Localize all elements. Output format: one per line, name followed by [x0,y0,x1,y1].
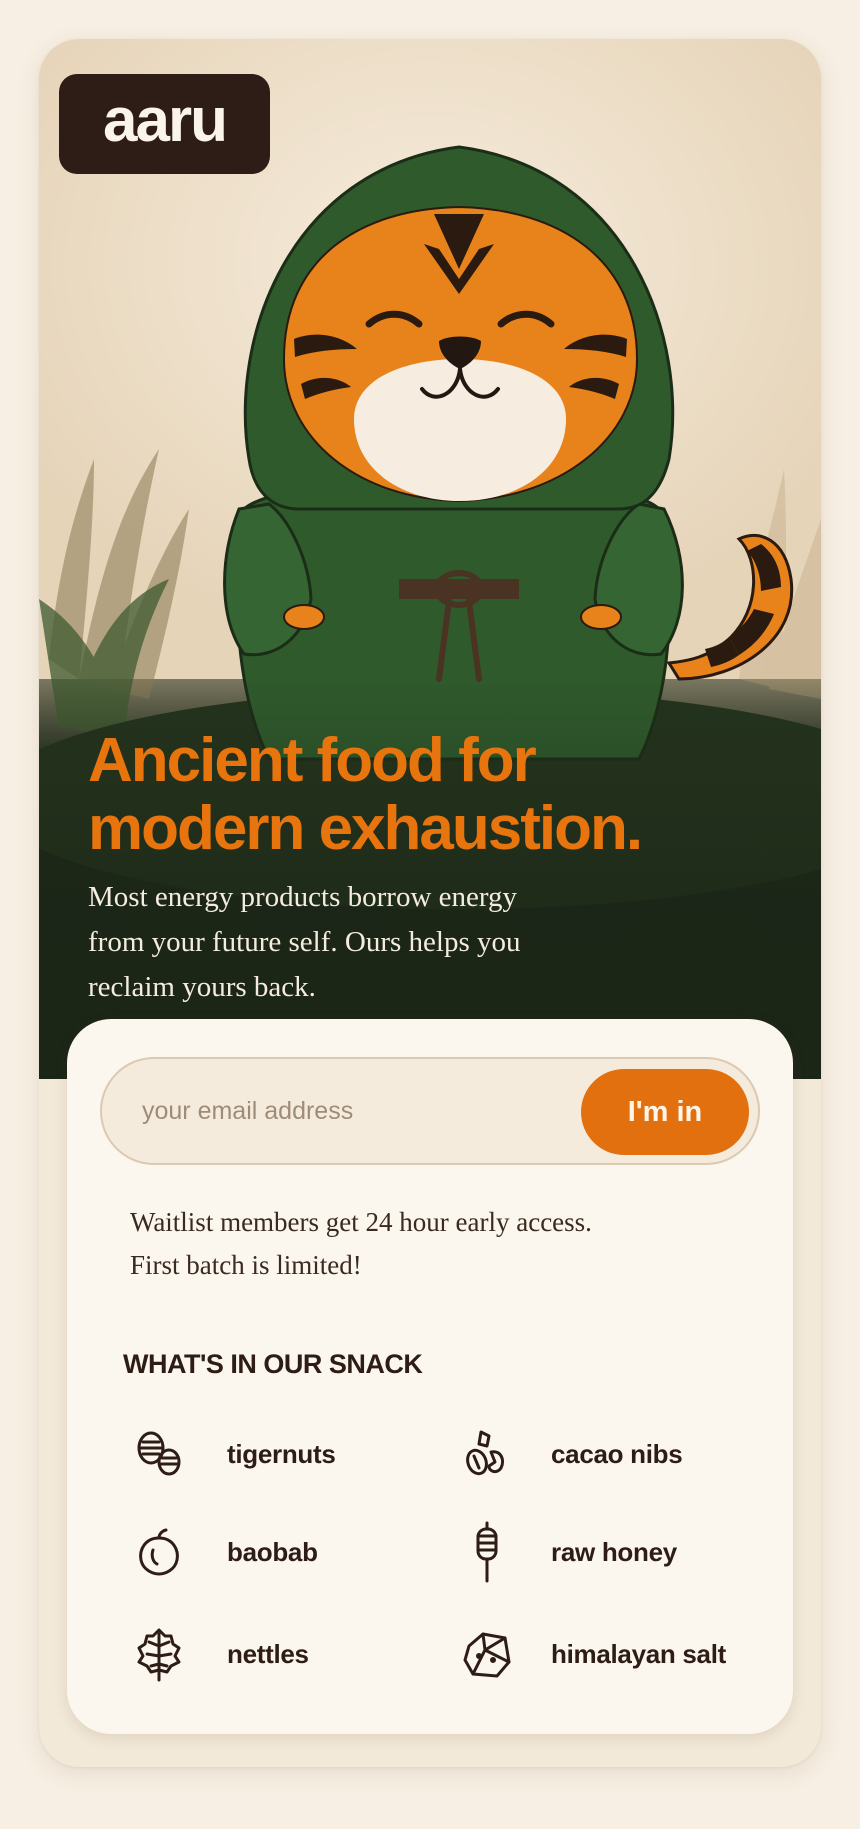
ingredient-label: nettles [227,1638,309,1669]
waitlist-note: Waitlist members get 24 hour early acces… [130,1201,690,1287]
honey-dipper-icon [457,1521,517,1583]
signup-panel: I'm in Waitlist members get 24 hour earl… [67,1019,793,1734]
ingredients-title: WHAT'S IN OUR SNACK [123,1349,423,1379]
hero-subcopy: Most energy products borrow energy from … [88,875,648,1010]
ingredient-label: raw honey [551,1536,677,1567]
subcopy-line-3: reclaim yours back. [88,971,316,1003]
ingredient-raw-honey: raw honey [457,1521,677,1583]
ingredient-himalayan-salt: himalayan salt [457,1624,726,1684]
headline-line-1: Ancient food for [88,726,537,795]
ingredient-label: cacao nibs [551,1438,683,1469]
ingredient-cacao-nibs: cacao nibs [457,1424,683,1484]
headline-line-2: modern exhaustion. [88,794,643,863]
subcopy-line-1: Most energy products borrow energy [88,881,518,913]
nettle-leaf-icon [129,1624,189,1684]
ingredient-baobab: baobab [129,1522,318,1582]
ingredient-tigernuts: tigernuts [129,1424,336,1484]
tigernuts-icon [129,1424,189,1484]
salt-crystal-icon [457,1624,517,1684]
cacao-nibs-icon [457,1424,517,1484]
brand-logo-text: aaru [103,86,228,155]
baobab-icon [129,1522,189,1582]
join-waitlist-button[interactable]: I'm in [581,1069,749,1155]
email-signup-form: I'm in [100,1057,760,1165]
waitlist-note-line-1: Waitlist members get 24 hour early acces… [130,1207,592,1237]
ingredient-label: himalayan salt [551,1638,726,1669]
ingredient-nettles: nettles [129,1624,309,1684]
brand-logo[interactable]: aaru [59,74,270,174]
ingredient-label: baobab [227,1536,318,1567]
subcopy-line-2: from your future self. Ours helps you [88,926,521,958]
landing-card: aaru Ancient food for modern exhaustion.… [39,39,821,1767]
ingredient-label: tigernuts [227,1438,336,1469]
hero-headline: Ancient food for modern exhaustion. [88,727,728,863]
email-input[interactable] [142,1079,542,1143]
waitlist-note-line-2: First batch is limited! [130,1250,362,1280]
hero-section: aaru Ancient food for modern exhaustion.… [39,39,821,1079]
